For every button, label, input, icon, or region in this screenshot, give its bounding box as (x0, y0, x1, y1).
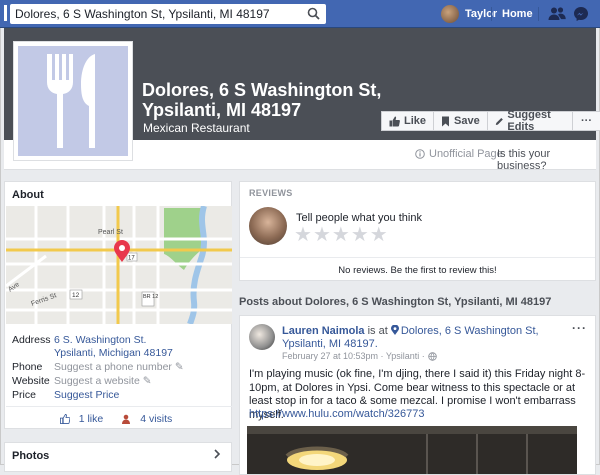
post-timestamp[interactable]: February 27 at 10:53pm · Ypsilanti · (282, 351, 425, 361)
address-row: Address 6 S. Washington St. Ypsilanti, M… (12, 334, 173, 360)
post-link-preview-image[interactable] (247, 426, 577, 474)
home-link[interactable]: Home (502, 8, 533, 20)
star-icon[interactable]: ★ (294, 225, 312, 245)
page-title: Dolores, 6 S Washington St, Ypsilanti, M… (142, 80, 382, 120)
user-name[interactable]: Taylor (465, 8, 497, 20)
likes-count[interactable]: 1 like (59, 413, 110, 425)
visits-count[interactable]: 4 visits (121, 413, 178, 425)
phone-row: Phone Suggest a phone number ✎ (12, 361, 184, 374)
address-value[interactable]: 6 S. Washington St. Ypsilanti, Michigan … (54, 334, 173, 360)
review-prompt: Tell people what you think (296, 212, 422, 224)
website-label: Website (12, 375, 50, 387)
search-box[interactable] (10, 4, 326, 24)
star-icon[interactable]: ★ (370, 225, 388, 245)
suggest-website-link[interactable]: Suggest a website ✎ (54, 375, 152, 388)
posts-section-heading: Posts about Dolores, 6 S Washington St, … (239, 296, 552, 308)
person-pin-icon (122, 414, 131, 424)
suggest-phone-text[interactable]: Suggest a phone number (54, 361, 172, 373)
address-line-2[interactable]: Ypsilanti, Michigan 48197 (54, 347, 173, 359)
star-icon[interactable]: ★ (351, 225, 369, 245)
messenger-icon[interactable] (573, 6, 589, 25)
unofficial-page-label[interactable]: Unofficial Page (415, 148, 503, 160)
claim-business-link[interactable]: Is this your business? (497, 148, 600, 172)
reviews-heading: REVIEWS (249, 188, 293, 198)
suggest-phone-link[interactable]: Suggest a phone number ✎ (54, 361, 184, 374)
friend-requests-icon[interactable] (548, 6, 566, 25)
unofficial-page-text: Unofficial Page (429, 148, 503, 160)
top-navigation-bar: Taylor Home (0, 0, 600, 28)
globe-icon (428, 351, 437, 361)
address-line-1[interactable]: 6 S. Washington St. (54, 334, 146, 346)
post-card: Lauren Naimola is at Dolores, 6 S Washin… (239, 315, 596, 475)
star-icon[interactable]: ★ (332, 225, 350, 245)
about-heading: About (12, 189, 44, 201)
search-input[interactable] (15, 4, 305, 24)
page-actions: Like Save Suggest Edits ··· (381, 109, 600, 133)
suggest-edits-label: Suggest Edits (507, 109, 551, 133)
like-button[interactable]: Like (381, 111, 435, 131)
thumbs-up-icon (389, 116, 400, 126)
website-row: Website Suggest a website ✎ (12, 375, 152, 388)
no-reviews-message: No reviews. Be the first to review this! (240, 257, 595, 276)
post-author-link[interactable]: Lauren Naimola (282, 325, 365, 337)
user-avatar[interactable] (441, 5, 459, 23)
pencil-icon: ✎ (174, 361, 184, 373)
suggest-price-link[interactable]: Suggest Price (54, 389, 119, 402)
post-meta: February 27 at 10:53pm · Ypsilanti · (282, 351, 437, 361)
reviews-card: REVIEWS Tell people what you think ★ ★ ★… (239, 181, 596, 281)
page-category[interactable]: Mexican Restaurant (143, 121, 250, 135)
photos-card[interactable]: Photos (4, 442, 232, 472)
location-pin-icon (390, 324, 399, 335)
map-route-br12: BR 12 (143, 294, 158, 300)
address-label: Address (12, 334, 51, 346)
reviewer-avatar (249, 207, 287, 245)
map-route-12: 12 (72, 292, 80, 299)
chevron-right-icon[interactable] (214, 449, 221, 462)
map-label-pearl: Pearl St (98, 229, 123, 236)
search-icon[interactable] (307, 7, 320, 23)
suggest-edits-button[interactable]: Suggest Edits (486, 109, 573, 133)
pencil-icon (495, 117, 503, 125)
likes-text[interactable]: 1 like (79, 413, 104, 425)
like-label: Like (404, 115, 427, 127)
user-profile-link[interactable]: Taylor (441, 4, 497, 24)
phone-label: Phone (12, 361, 43, 373)
star-icon[interactable]: ★ (313, 225, 331, 245)
nav-divider (538, 7, 539, 21)
about-card: About Pearl St Ave Ferris St 12 BR 12 17… (4, 181, 232, 429)
visits-text[interactable]: 4 visits (140, 413, 172, 425)
suggest-website-text[interactable]: Suggest a website (54, 375, 140, 387)
save-label: Save (454, 115, 480, 127)
photos-heading[interactable]: Photos (12, 450, 49, 462)
likes-visits-row: 1 like 4 visits (6, 406, 232, 425)
facebook-logo-icon[interactable] (4, 5, 7, 21)
price-row: Price Suggest Price (12, 389, 119, 402)
post-header: Lauren Naimola is at Dolores, 6 S Washin… (282, 324, 577, 351)
map-route-17: 17 (128, 256, 135, 262)
thumbs-up-icon (59, 414, 70, 424)
pencil-icon: ✎ (142, 375, 152, 387)
bookmark-icon (442, 116, 450, 126)
save-button[interactable]: Save (433, 111, 488, 131)
post-external-link[interactable]: https://www.hulu.com/watch/326773 (249, 408, 424, 420)
profile-picture[interactable] (13, 41, 133, 161)
location-map[interactable]: Pearl St Ave Ferris St 12 BR 12 17 (6, 206, 232, 324)
info-icon (415, 149, 425, 159)
post-options-button[interactable]: ··· (572, 321, 587, 335)
post-author-avatar[interactable] (249, 324, 275, 350)
star-rating-input[interactable]: ★ ★ ★ ★ ★ (294, 225, 389, 245)
price-label: Price (12, 389, 36, 401)
fork-knife-icon (18, 46, 128, 156)
nav-divider (491, 7, 492, 21)
more-options-button[interactable]: ··· (572, 111, 600, 131)
post-is-at-text: is at (364, 325, 391, 337)
more-options-label: ··· (581, 115, 592, 127)
